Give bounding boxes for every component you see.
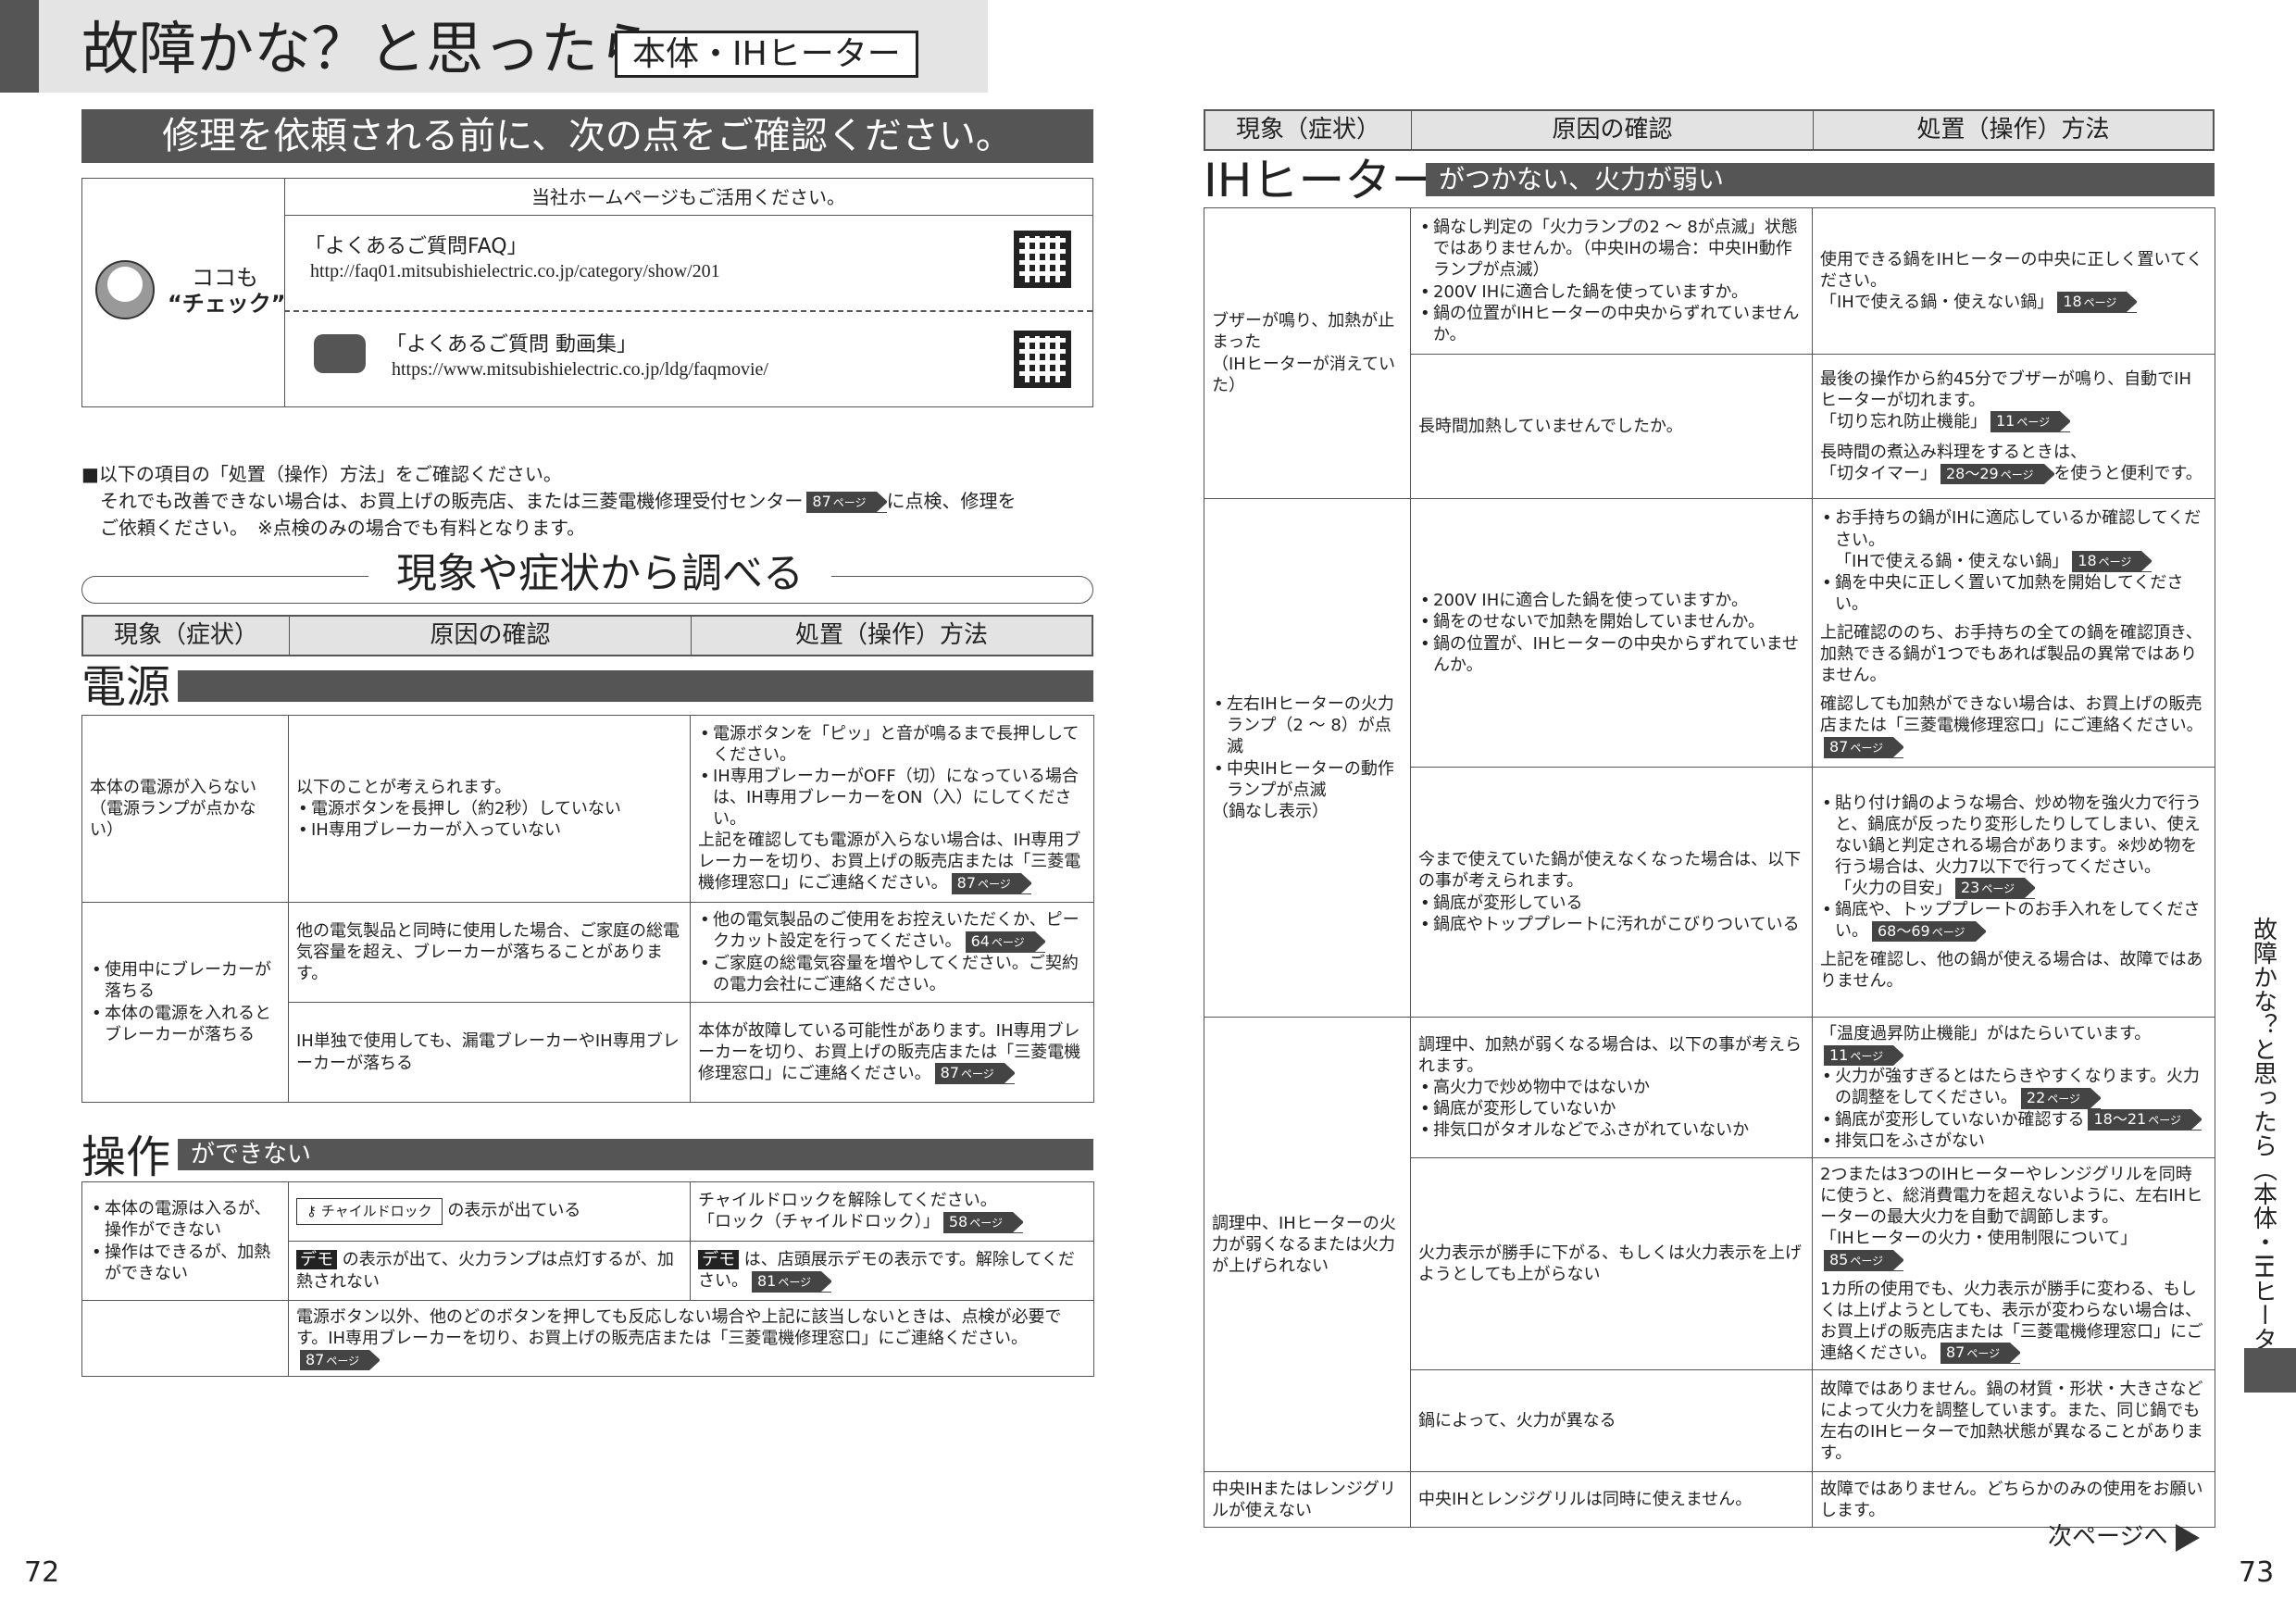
page-ref[interactable]: 11 ページ (1990, 411, 2072, 433)
action: デモ は、店頭展示デモの表示です。解除してください。 81 ページ (690, 1241, 1094, 1301)
avatar-icon (95, 260, 155, 319)
action: お手持ちの鍋がIHに適応しているか確認してください。「IHで使える鍋・使えない鍋… (1812, 498, 2215, 768)
ih-heading-bar: がつかない、火力が弱い (1426, 163, 2215, 196)
cause: 長時間加熱していませんでしたか。 (1410, 354, 1813, 499)
page-ref[interactable]: 18 ページ (2072, 551, 2153, 572)
symptom: ブザーが鳴り、加熱が止まった （IHヒーターが消えていた） (1204, 207, 1411, 499)
page-ref[interactable]: 81 ページ (752, 1270, 833, 1293)
left-table-header: 現象（症状） 原因の確認 処置（操作）方法 (81, 615, 1093, 656)
page-ref[interactable]: 23 ページ (1955, 878, 2037, 900)
cause: 以下のことが考えられます。電源ボタンを長押し（約2秒）していないIH専用ブレーカ… (288, 715, 691, 903)
page-ref[interactable]: 87 ページ (1824, 736, 1905, 758)
homepage-top: 当社ホームページもご活用ください。 (284, 179, 1092, 216)
symptom: 左右IHヒーターの火力ランプ（2 ～ 8）が点滅中央IHヒーターの動作ランプが点… (1204, 498, 1411, 1018)
cause: 鍋なし判定の「火力ランプの2 ～ 8が点滅」状態ではありませんか。（中央IHの場… (1410, 207, 1813, 355)
check-label-a: ココも (192, 265, 258, 291)
cause: 200V IHに適合した鍋を使っていますか。鍋をのせないで加熱を開始していません… (1410, 498, 1813, 768)
movie-qr-icon (1014, 331, 1071, 388)
symptom: 中央IHまたはレンジグリルが使えない (1204, 1471, 1411, 1529)
movie-title: 「よくあるご質問 動画集」 (386, 333, 637, 356)
faq-title: 「よくあるご質問FAQ」 (305, 235, 528, 258)
cause: 今まで使えていた鍋が使えなくなった場合は、以下の事が考えられます。鍋底が変形して… (1410, 767, 1813, 1018)
investigate-heading: 現象や症状から調べる (368, 548, 831, 599)
power-heading: 電源 (81, 661, 171, 713)
cause: 中央IHとレンジグリルは同時に使えません。 (1410, 1471, 1813, 1529)
page-title: 故障かな？と思ったら (81, 15, 656, 82)
faq-qr-icon (1014, 231, 1071, 288)
cause: 他の電気製品と同時に使用した場合、ご家庭の総電気容量を超え、ブレーカーが落ちるこ… (288, 902, 691, 1003)
page-ref[interactable]: 87 ページ (300, 1349, 381, 1371)
page-number-left: 72 (24, 1556, 60, 1589)
action: チャイルドロックを解除してください。 「ロック（チャイルドロック）」 58 ページ (690, 1181, 1094, 1242)
symptom: 本体の電源が入らない （電源ランプが点かない） (81, 715, 289, 903)
symptom: 本体の電源は入るが、操作ができない操作はできるが、加熱ができない (81, 1181, 289, 1301)
check-label-b: “チェック” (168, 291, 286, 317)
child-lock-key-icon: ⚷ チャイルドロック (296, 1197, 443, 1226)
cause: 調理中、加熱が弱くなる場合は、以下の事が考えられます。高火力で炒め物中ではないか… (1410, 1016, 1813, 1159)
page-title-tag: 本体・IHヒーター (615, 31, 918, 78)
action: 本体が故障している可能性があります。IH専用ブレーカーを切り、お買上げの販売店ま… (690, 1002, 1094, 1103)
video-camera-icon (314, 334, 366, 373)
page-ref[interactable]: 85 ページ (1824, 1249, 1905, 1271)
note-block: ■以下の項目の「処置（操作）方法」をご確認ください。 それでも改善できない場合は… (81, 463, 1017, 539)
ih-heading: IHヒーター (1204, 154, 1438, 207)
page-ref[interactable]: 11 ページ (1824, 1044, 1905, 1067)
page-ref[interactable]: 87 ページ (1940, 1343, 2022, 1365)
header-left-block (0, 0, 39, 93)
cause: デモ の表示が出て、火力ランプは点灯するが、加熱されない (288, 1241, 691, 1301)
power-table: 本体の電源が入らない （電源ランプが点かない） 以下のことが考えられます。電源ボ… (81, 715, 1094, 1103)
operation-heading-bar: ができない (178, 1139, 1093, 1170)
action: 使用できる鍋をIHヒーターの中央に正しく置いてください。 「IHで使える鍋・使えな… (1812, 207, 2215, 355)
action: 電源ボタン以外、他のどのボタンを押しても反応しない場合や上記に該当しないときは、… (288, 1299, 1094, 1378)
action: 故障ではありません。どちらかのみの使用をお願いします。 (1812, 1471, 2215, 1529)
page-ref[interactable]: 68〜69 ページ (1872, 920, 1986, 943)
right-table-header: 現象（症状） 原因の確認 処置（操作）方法 (1204, 109, 2215, 151)
page-ref[interactable]: 87 ページ (806, 492, 888, 513)
power-heading-bar (178, 670, 1093, 702)
ih-table: ブザーが鳴り、加熱が止まった （IHヒーターが消えていた） 鍋なし判定の「火力ラ… (1204, 207, 2215, 1529)
arrow-right-icon (2175, 1523, 2200, 1552)
action: 「温度過昇防止機能」がはたらいています。11ページ火力が強すぎるとはたらきやすく… (1812, 1016, 2215, 1159)
movie-url[interactable]: https://www.mitsubishielectric.co.jp/ldg… (392, 358, 768, 381)
next-page-link[interactable]: 次ページへ (2048, 1522, 2200, 1553)
page-ref[interactable]: 87 ページ (934, 1063, 1016, 1085)
page-ref[interactable]: 64 ページ (965, 931, 1046, 953)
cause: ⚷ チャイルドロック の表示が出ている (288, 1181, 691, 1242)
page-number-right: 73 (2239, 1556, 2275, 1589)
action: 最後の操作から約45分でブザーが鳴り、自動でIHヒーターが切れます。 「切り忘れ防… (1812, 354, 2215, 499)
action: 貼り付け鍋のような場合、炒め物を強火力で行うと、鍋底が反ったり変形したりしてしま… (1812, 767, 2215, 1018)
action: 2つまたは3つのIHヒーターやレンジグリルを同時に使うと、総消費電力を超えないよ… (1812, 1157, 2215, 1371)
operation-table: 本体の電源は入るが、操作ができない操作はできるが、加熱ができない ⚷ チャイルド… (81, 1181, 1094, 1378)
symptom: 使用中にブレーカーが落ちる本体の電源を入れるとブレーカーが落ちる (81, 902, 289, 1103)
symptom: 調理中、IHヒーターの火力が弱くなるまたは火力が上げられない (1204, 1016, 1411, 1473)
action: 電源ボタンを「ピッ」と音が鳴るまで長押ししてください。IH専用ブレーカーがOFF… (690, 715, 1094, 903)
side-tab-block (2244, 1348, 2296, 1393)
check-banner: 修理を依頼される前に、次の点をご確認ください。 (81, 109, 1093, 163)
cause: IH単独で使用しても、漏電ブレーカーやIH専用ブレーカーが落ちる (288, 1002, 691, 1103)
page-ref[interactable]: 58 ページ (942, 1211, 1025, 1233)
page-ref[interactable]: 22 ページ (2020, 1088, 2103, 1109)
cause: 鍋によって、火力が異なる (1410, 1369, 1813, 1473)
action: 故障ではありません。鍋の材質・形状・大きさなどによって火力を調整しています。また… (1812, 1369, 2215, 1473)
faq-url[interactable]: http://faq01.mitsubishielectric.co.jp/ca… (310, 260, 720, 283)
operation-heading: 操作 (81, 1131, 171, 1183)
cause: 火力表示が勝手に下がる、もしくは火力表示を上げようとしても上がらない (1410, 1157, 1813, 1371)
page-ref[interactable]: 28〜29 ページ (1940, 463, 2054, 485)
page-ref[interactable]: 87 ページ (951, 873, 1032, 894)
page-ref[interactable]: 18 ページ (2057, 292, 2139, 314)
page-ref[interactable]: 18〜21 ページ (2088, 1109, 2202, 1131)
side-tab-text: 故障かな？と思ったら（本体・IHヒーター） (2249, 917, 2277, 1400)
homepage-box: ココも “チェック” 当社ホームページもご活用ください。 「よくあるご質問FAQ… (81, 178, 1093, 407)
action: 他の電気製品のご使用をお控えいただくか、ピークカット設定を行ってください。64ペ… (690, 902, 1094, 1003)
